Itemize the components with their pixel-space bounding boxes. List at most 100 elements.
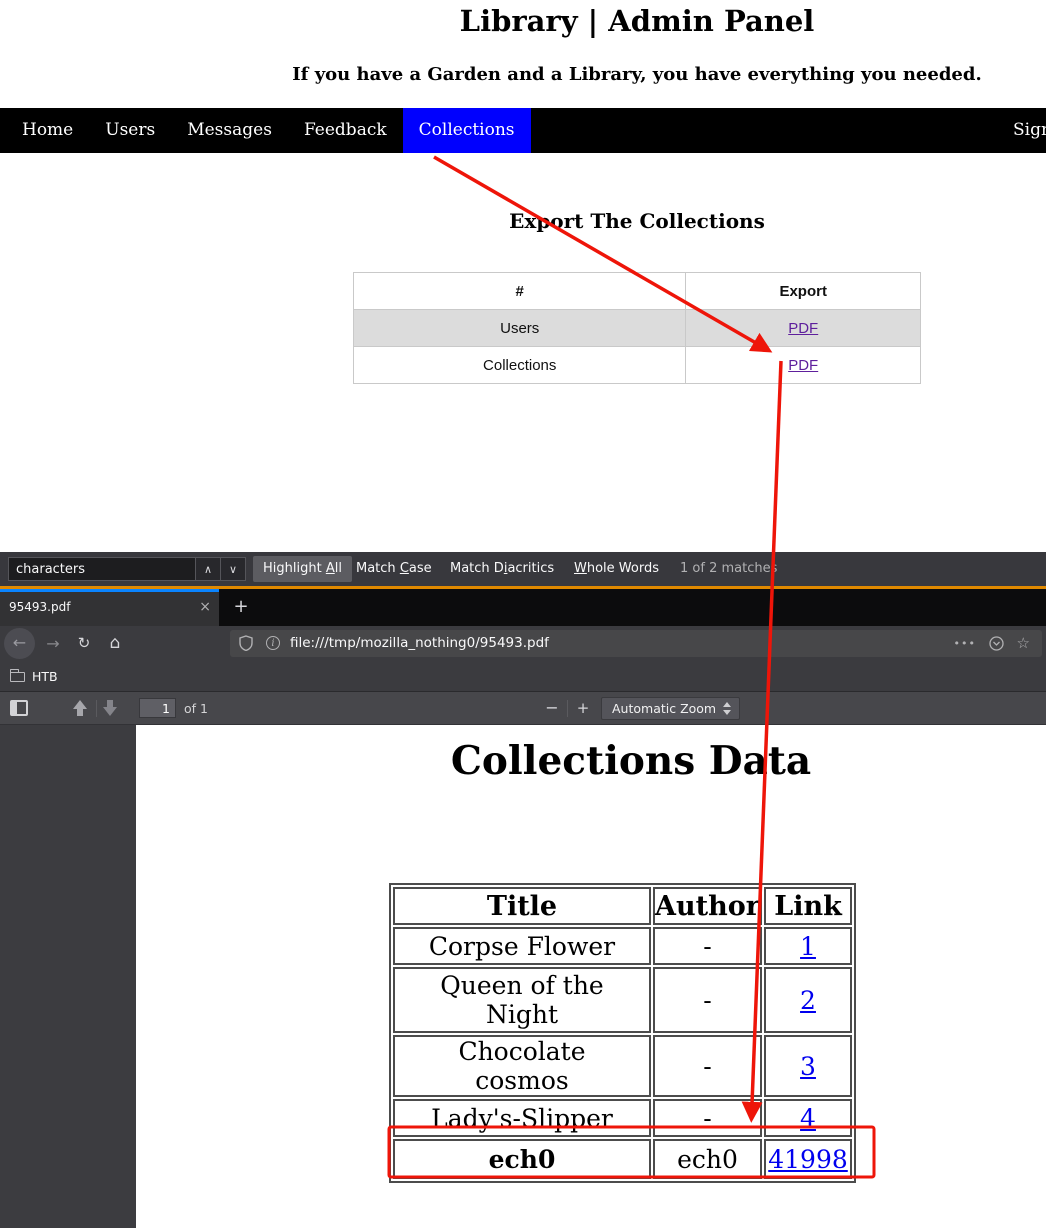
- next-page-button[interactable]: [103, 700, 117, 716]
- cell-author: -: [653, 967, 762, 1033]
- accesskey: C: [400, 561, 409, 576]
- zoom-out-button[interactable]: −: [541, 692, 563, 724]
- highlight-all-button[interactable]: Highlight All: [253, 556, 352, 582]
- navigation-toolbar: ← → ↻ ⌂ i file:///tmp/mozilla_nothing0/9…: [0, 626, 1046, 661]
- url-bar[interactable]: i file:///tmp/mozilla_nothing0/95493.pdf…: [230, 630, 1042, 657]
- table-row: Collections PDF: [354, 347, 921, 384]
- export-col-export: Export: [686, 273, 921, 310]
- pdf-page: Collections Data Title Author Link Corps…: [136, 725, 1046, 1228]
- export-heading: Export The Collections: [0, 209, 1046, 233]
- bookmark-label: HTB: [32, 661, 58, 692]
- pdf-toolbar: of 1 − + Automatic Zoom: [0, 692, 1046, 725]
- chevron-down-icon: ∨: [229, 563, 237, 576]
- label-part: Match D: [450, 561, 504, 576]
- home-button[interactable]: ⌂: [104, 626, 126, 661]
- nav-item-home[interactable]: Home: [6, 108, 89, 153]
- label-part: Match: [356, 561, 400, 576]
- export-table-header-row: # Export: [354, 273, 921, 310]
- label-part: Highlight: [263, 561, 326, 576]
- tab-close-icon[interactable]: ×: [199, 589, 211, 626]
- pdf-row-link[interactable]: 2: [800, 986, 816, 1015]
- export-users-pdf-link[interactable]: PDF: [788, 320, 818, 337]
- down-arrow-stem: [107, 700, 113, 707]
- nav-items: Home Users Messages Feedback Collections: [6, 108, 531, 153]
- accesskey: W: [574, 561, 587, 576]
- label-part: hole Words: [587, 561, 659, 576]
- pdf-col-author: Author: [653, 887, 762, 925]
- forward-button[interactable]: →: [42, 626, 64, 661]
- label-part: ase: [409, 561, 432, 576]
- find-input[interactable]: [8, 557, 196, 581]
- pdf-viewer: Collections Data Title Author Link Corps…: [0, 725, 1046, 1228]
- tab-title: 95493.pdf: [9, 589, 70, 626]
- previous-page-button[interactable]: [73, 700, 87, 716]
- pdf-row-link[interactable]: 4: [800, 1104, 816, 1133]
- export-table: # Export Users PDF Collections PDF: [353, 272, 921, 384]
- page-count-label: of 1: [184, 692, 208, 725]
- nav-item-feedback[interactable]: Feedback: [288, 108, 403, 153]
- site-info-icon[interactable]: i: [266, 636, 280, 650]
- down-arrow-icon: [103, 707, 117, 716]
- export-col-hash: #: [354, 273, 686, 310]
- cell-title: Chocolate cosmos: [393, 1035, 651, 1097]
- export-row-users-name: Users: [354, 310, 686, 347]
- pdf-row-link[interactable]: 1: [800, 932, 816, 961]
- cell-title: Corpse Flower: [393, 927, 651, 965]
- pocket-icon[interactable]: [989, 636, 1004, 655]
- reload-button[interactable]: ↻: [73, 626, 95, 661]
- main-navbar: Home Users Messages Feedback Collections…: [0, 108, 1046, 153]
- collections-data-table: Title Author Link Corpse Flower - 1 Quee…: [389, 883, 856, 1183]
- export-row-collections-name: Collections: [354, 347, 686, 384]
- accesskey: A: [326, 561, 335, 576]
- bookmark-star-icon[interactable]: ☆: [1017, 630, 1030, 657]
- up-arrow-icon: [73, 700, 87, 709]
- pdf-col-title: Title: [393, 887, 651, 925]
- tabbar: 95493.pdf × +: [0, 589, 1046, 626]
- zoom-level-value: Automatic Zoom: [612, 698, 716, 719]
- match-diacritics-toggle[interactable]: Match Diacritics: [450, 556, 554, 582]
- zoom-in-button[interactable]: +: [572, 692, 594, 724]
- new-tab-button[interactable]: +: [228, 589, 254, 625]
- cell-author: ech0: [653, 1139, 762, 1179]
- toolbar-separator: [567, 700, 568, 717]
- nav-item-collections[interactable]: Collections: [403, 108, 531, 153]
- pdf-table-header-row: Title Author Link: [393, 887, 852, 925]
- find-previous-button[interactable]: ∧: [196, 557, 221, 581]
- page-subtitle: If you have a Garden and a Library, you …: [0, 64, 1046, 85]
- label-part: ll: [335, 561, 342, 576]
- nav-item-messages[interactable]: Messages: [171, 108, 288, 153]
- cell-title: Queen of the Night: [393, 967, 651, 1033]
- tab-95493-pdf[interactable]: 95493.pdf ×: [0, 589, 219, 626]
- cell-title: ech0: [393, 1139, 651, 1179]
- pdf-row-link[interactable]: 41998: [768, 1145, 848, 1174]
- cell-title: Lady's-Slipper: [393, 1099, 651, 1137]
- cell-author: -: [653, 1035, 762, 1097]
- nav-item-sign-out[interactable]: Sign: [1013, 108, 1046, 153]
- table-row: Users PDF: [354, 310, 921, 347]
- toolbar-separator: [96, 700, 97, 717]
- export-collections-pdf-link[interactable]: PDF: [788, 357, 818, 374]
- find-match-status: 1 of 2 matches: [680, 556, 777, 582]
- whole-words-toggle[interactable]: Whole Words: [574, 556, 659, 582]
- table-row-ech0: ech0 ech0 41998: [393, 1139, 852, 1179]
- sidebar-toggle-icon[interactable]: [10, 700, 28, 716]
- folder-icon: [10, 672, 25, 682]
- nav-item-users[interactable]: Users: [89, 108, 171, 153]
- label-part: acritics: [507, 561, 554, 576]
- zoom-level-select[interactable]: Automatic Zoom: [601, 697, 740, 720]
- chevron-up-icon: ∧: [204, 563, 212, 576]
- page-title: Library | Admin Panel: [0, 4, 1046, 38]
- up-arrow-stem: [77, 709, 83, 716]
- findbar: ∧ ∨ Highlight All Match Case Match Diacr…: [0, 552, 1046, 586]
- cell-author: -: [653, 1099, 762, 1137]
- find-next-button[interactable]: ∨: [221, 557, 246, 581]
- back-button[interactable]: ←: [4, 628, 35, 659]
- tracking-shield-icon[interactable]: [239, 635, 253, 655]
- find-input-group: ∧ ∨: [8, 557, 246, 581]
- pdf-row-link[interactable]: 3: [800, 1052, 816, 1081]
- table-row: Corpse Flower - 1: [393, 927, 852, 965]
- match-case-toggle[interactable]: Match Case: [356, 556, 432, 582]
- page-actions-icon[interactable]: •••: [954, 630, 976, 657]
- page-number-input[interactable]: [139, 698, 176, 718]
- table-row: Chocolate cosmos - 3: [393, 1035, 852, 1097]
